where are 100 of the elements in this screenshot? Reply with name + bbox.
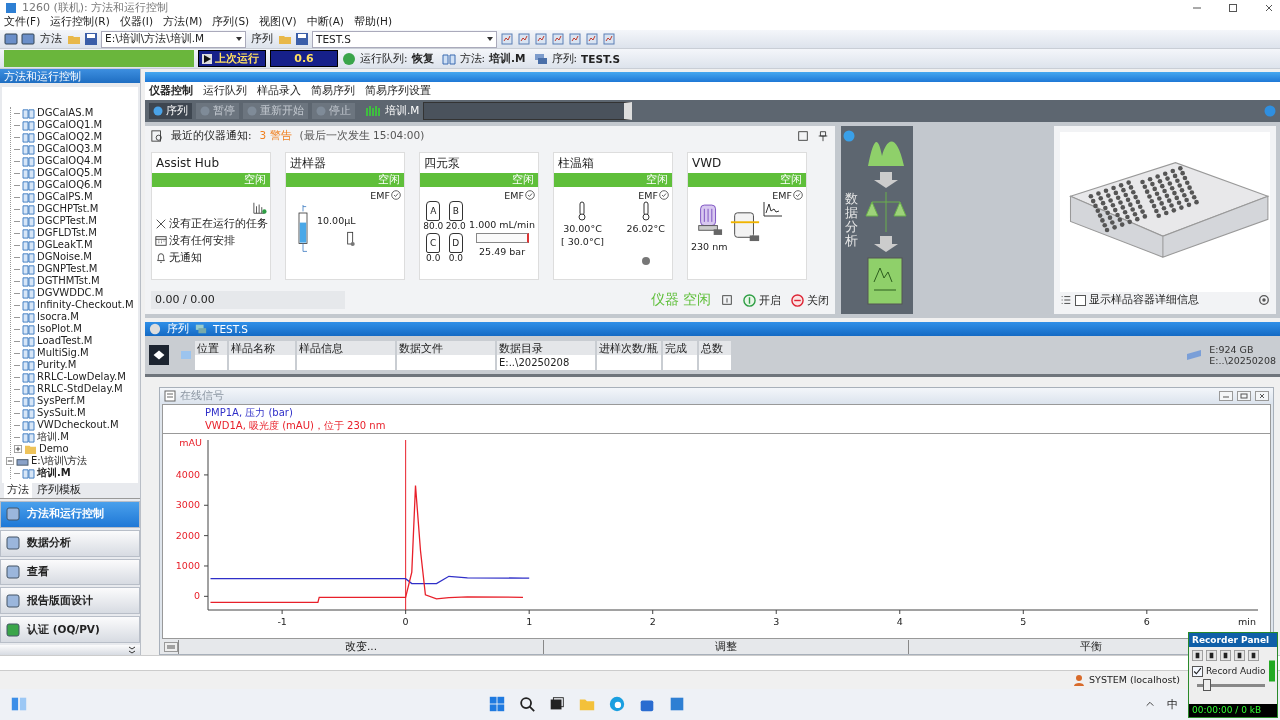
- tree-item[interactable]: E:\培训\方法: [31, 455, 88, 468]
- input-method-indicator[interactable]: 中: [1167, 696, 1178, 712]
- column-header[interactable]: 总数: [699, 340, 731, 355]
- minimize-icon[interactable]: [1219, 391, 1233, 402]
- more-icon[interactable]: [128, 645, 136, 656]
- module-card[interactable]: Assist Hub 空闲 没有正在运行的任务 没有任何安排 无通知: [151, 152, 271, 281]
- tree-item[interactable]: DGVWDDC.M: [37, 287, 104, 300]
- column-header[interactable]: 数据文件: [397, 340, 495, 355]
- menu-item[interactable]: 序列(S): [212, 15, 250, 30]
- tree-item[interactable]: DGNPTest.M: [37, 263, 98, 276]
- tree-item[interactable]: DGCalAS.M: [37, 107, 94, 120]
- panel-tab[interactable]: 序列模板: [34, 482, 84, 498]
- pin-icon[interactable]: [817, 130, 829, 143]
- last-run-button[interactable]: 上次运行: [198, 50, 266, 68]
- close-icon[interactable]: [1264, 2, 1274, 13]
- tree-item[interactable]: Purity.M: [37, 359, 77, 372]
- info-icon[interactable]: [721, 294, 733, 307]
- maximize-icon[interactable]: [1228, 2, 1238, 13]
- tree-item[interactable]: DGCalOQ1.M: [37, 119, 103, 132]
- tree-item[interactable]: 培训.M: [37, 467, 71, 480]
- chart-icon[interactable]: [534, 32, 548, 47]
- signal-action-button[interactable]: 改变...: [178, 639, 543, 654]
- tree-item[interactable]: DGCalOQ3.M: [37, 143, 103, 156]
- save-icon[interactable]: [84, 32, 98, 47]
- module-card[interactable]: 四元泵 空闲 EMF A 80.0 B 20.0 C 0.0 D 0.0 1.000 mL/min 25.49 bar: [419, 152, 539, 281]
- close-icon[interactable]: [1255, 391, 1269, 402]
- module-card[interactable]: VWD 空闲 EMF 230 nm: [687, 152, 807, 281]
- tree-item[interactable]: DGCalOQ5.M: [37, 167, 103, 180]
- tree-item[interactable]: 培训.M: [37, 431, 69, 444]
- nav-button[interactable]: 报告版面设计: [0, 587, 140, 615]
- tree-item[interactable]: DGFLDTst.M: [37, 227, 97, 240]
- tree-item[interactable]: DGNoise.M: [37, 251, 92, 264]
- signal-action-button[interactable]: 调整: [543, 639, 908, 654]
- module-card[interactable]: 进样器 空闲 EMF 10.00µL: [285, 152, 405, 281]
- nav-button[interactable]: 查看: [0, 558, 140, 586]
- main-tab[interactable]: 样品录入: [257, 84, 301, 99]
- tree-item[interactable]: Demo: [39, 443, 69, 456]
- column-header[interactable]: 完成: [663, 340, 697, 355]
- column-header[interactable]: 数据目录: [497, 340, 595, 355]
- tree-item[interactable]: SysPerf.M: [37, 395, 85, 408]
- sequence-editor-icon[interactable]: [149, 345, 169, 366]
- expand-icon[interactable]: [14, 445, 22, 454]
- menu-item[interactable]: 中断(A): [306, 15, 344, 30]
- column-header[interactable]: 进样次数/瓶: [597, 340, 661, 355]
- emf-label: EMF: [504, 189, 524, 201]
- tree-item[interactable]: DGLeakT.M: [37, 239, 93, 252]
- start-icon[interactable]: [487, 695, 506, 714]
- menu-item[interactable]: 帮助(H): [353, 15, 393, 30]
- tree-item[interactable]: DGTHMTst.M: [37, 275, 100, 288]
- column-header[interactable]: 样品信息: [297, 340, 395, 355]
- notification-label: 最近的仪器通知:: [171, 129, 252, 144]
- collapse-icon[interactable]: [6, 457, 14, 466]
- tree-item[interactable]: DGCalOQ2.M: [37, 131, 103, 144]
- main-tab[interactable]: 仪器控制: [149, 84, 193, 99]
- module-card[interactable]: 柱温箱 空闲 EMF 30.00°C [ 30.0°C] 26.02°C: [553, 152, 673, 281]
- browser-icon[interactable]: [607, 695, 626, 714]
- tree-item[interactable]: MultiSig.M: [37, 347, 89, 360]
- tree-item[interactable]: VWDcheckout.M: [37, 419, 119, 432]
- layout-icon[interactable]: [4, 32, 18, 47]
- main-tab[interactable]: 简易序列设置: [365, 84, 431, 99]
- checkbox[interactable]: [1075, 294, 1086, 306]
- search-icon[interactable]: [517, 695, 536, 714]
- tree-item[interactable]: RRLC-LowDelay.M: [37, 371, 126, 384]
- settings-icon[interactable]: [1258, 294, 1270, 307]
- toolbar-toggle-icon[interactable]: [164, 641, 178, 652]
- data-analysis-panel[interactable]: 数据分析: [841, 126, 913, 315]
- tree-item[interactable]: Isocra.M: [37, 311, 79, 324]
- menu-item[interactable]: 视图(V): [259, 15, 297, 30]
- menu-item[interactable]: 方法(M): [163, 15, 203, 30]
- tree-item[interactable]: SysSuit.M: [37, 407, 86, 420]
- main-tab[interactable]: 简易序列: [311, 84, 355, 99]
- power-off-button[interactable]: 关闭: [791, 292, 829, 308]
- tree-item[interactable]: DGCPTest.M: [37, 215, 97, 228]
- run-control-button[interactable]: 序列: [149, 103, 192, 120]
- column-header[interactable]: 位置: [195, 340, 227, 355]
- tree-item[interactable]: DGCalOQ6.M: [37, 179, 103, 192]
- nav-button[interactable]: 数据分析: [0, 529, 140, 557]
- checkbox[interactable]: [1192, 665, 1203, 677]
- column-header[interactable]: 样品名称: [229, 340, 295, 355]
- list-icon[interactable]: [1060, 294, 1072, 307]
- main-tab[interactable]: 运行队列: [203, 84, 247, 99]
- menu-item[interactable]: 仪器(I): [119, 15, 154, 30]
- method-dropdown[interactable]: E:\培训\方法\培训.M: [101, 30, 246, 48]
- tree-item[interactable]: DGCalOQ4.M: [37, 155, 103, 168]
- menu-item[interactable]: 运行控制(R): [50, 15, 110, 30]
- tree-item[interactable]: IsoPlot.M: [37, 323, 82, 336]
- window-icon[interactable]: [797, 130, 809, 143]
- window-title: 1260 (联机): 方法和运行控制: [22, 0, 169, 15]
- tree-item[interactable]: RRLC-StdDelay.M: [37, 383, 123, 396]
- power-on-button[interactable]: 开启: [743, 292, 781, 308]
- save-icon[interactable]: [295, 32, 309, 47]
- tree-item[interactable]: Infinity-Checkout.M: [37, 299, 134, 312]
- tree-item[interactable]: DGCalPS.M: [37, 191, 93, 204]
- maximize-icon[interactable]: [1237, 391, 1251, 402]
- sequence-dropdown[interactable]: TEST.S: [312, 30, 497, 48]
- nav-button[interactable]: 认证 (OQ/PV): [0, 616, 140, 644]
- tree-item[interactable]: LoadTest.M: [37, 335, 93, 348]
- tree-item[interactable]: DGCHPTst.M: [37, 203, 99, 216]
- axis-tick-label: 4000: [175, 469, 200, 480]
- menu-item[interactable]: 文件(F): [4, 15, 41, 30]
